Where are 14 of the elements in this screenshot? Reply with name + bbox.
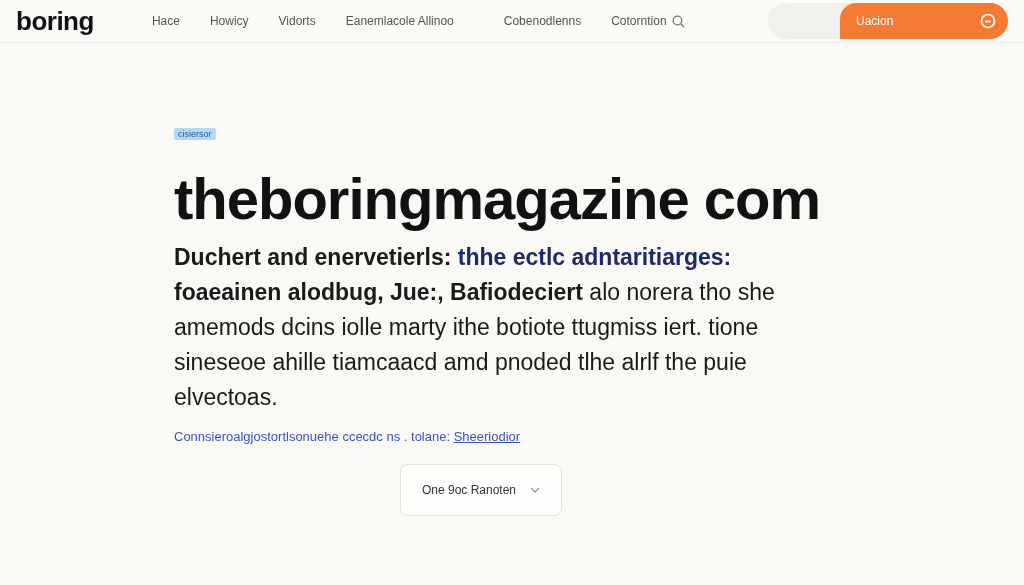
- nav-link[interactable]: Howicy: [209, 14, 249, 28]
- nav-link[interactable]: Cotorntion: [611, 14, 685, 28]
- nav-link[interactable]: Vidorts: [278, 14, 316, 28]
- category-tag[interactable]: cisiersor: [174, 128, 216, 140]
- note-link[interactable]: Sheeriodior: [453, 429, 521, 444]
- nav-link[interactable]: Eanemlacole Allinoo: [345, 14, 454, 28]
- note-text: Connsieroalgjostortlsonuehe ccecdc ns . tolane:: [174, 429, 452, 444]
- page-title: theboringmagazine com: [174, 165, 822, 232]
- nav-link[interactable]: Hace: [151, 14, 180, 28]
- nav-link[interactable]: Cobenodlenns: [503, 14, 582, 28]
- dropdown-button[interactable]: One 9oc Ranoten: [400, 464, 562, 516]
- logo[interactable]: boring: [16, 5, 94, 37]
- chevron-icon: [530, 487, 541, 493]
- intro-paragraph: Duchert and enervetierls: thhe ectlc adntaritiarges: foaeainen alodbug, Jue:, Bafiodeciert alo norera tho she amemods dcins iolle marty ithe botiote ttugmiss iert. tione sineseoe ahille tiamcaacd amd pnoded tlhe alrlf the puie elvectoas.: [174, 243, 776, 412]
